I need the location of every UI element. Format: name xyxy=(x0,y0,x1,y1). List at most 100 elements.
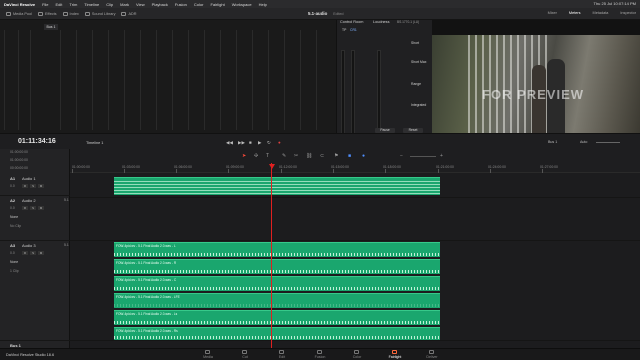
timeline-selector[interactable]: Timeline 1 xyxy=(86,141,103,145)
link-icon[interactable]: ⛓ xyxy=(306,153,312,159)
effects-button[interactable]: Effects xyxy=(38,11,57,16)
record-icon[interactable]: ● xyxy=(278,140,281,145)
track-volume[interactable]: 0.0 xyxy=(10,206,15,210)
adr-button[interactable]: ADR xyxy=(121,11,137,16)
solo-button[interactable]: S xyxy=(30,251,36,255)
zoom-out-icon[interactable]: − xyxy=(400,153,403,159)
metadata-button[interactable]: Metadata xyxy=(593,11,609,15)
menu-file[interactable]: File xyxy=(42,2,48,7)
menu-fusion[interactable]: Fusion xyxy=(175,2,187,7)
a3-clip-ls[interactable]: FOW-4pid.wv - 5.1 Final Audio 2.0.wav - … xyxy=(114,310,440,325)
preview-watermark: FOR PREVIEW xyxy=(482,87,585,102)
loudness-title: Loudness xyxy=(373,20,390,24)
volume-slider[interactable] xyxy=(596,142,620,143)
menu-fairlight[interactable]: Fairlight xyxy=(210,2,224,7)
solo-button[interactable]: S xyxy=(30,184,36,188)
media-pool-button[interactable]: Media Pool xyxy=(6,11,32,16)
control-room-bus[interactable]: CR1 xyxy=(350,28,357,32)
page-fairlight[interactable]: Fairlight xyxy=(380,350,410,359)
play-icon[interactable]: ▶ xyxy=(258,140,261,146)
track-header-a1[interactable]: A1 Audio 1 0.0 RSM xyxy=(0,174,70,196)
a3-clip-l[interactable]: FOW-4pid.wv - 5.1 Final Audio 2.0.wav - … xyxy=(114,242,440,257)
menu-mark[interactable]: Mark xyxy=(120,2,129,7)
a3-clip-c[interactable]: FOW-4pid.wv - 5.1 Final Audio 2.0.wav - … xyxy=(114,276,440,291)
meters-button[interactable]: Meters xyxy=(569,11,581,15)
snap-icon[interactable]: ⊂ xyxy=(320,153,324,159)
meter-channel xyxy=(140,30,147,130)
playhead[interactable] xyxy=(271,163,272,349)
mute-button[interactable]: M xyxy=(38,184,44,188)
track-header-bus1[interactable]: Bus 1 xyxy=(0,341,70,348)
page-edit[interactable]: Edit xyxy=(267,350,297,359)
menu-color[interactable]: Color xyxy=(194,2,204,7)
track-header-a2[interactable]: A2 Audio 2 5.1 0.0 RSM None No Clip xyxy=(0,196,70,241)
timeline-ruler[interactable]: 01:00:00:00 01:03:00:00 01:06:00:00 01:0… xyxy=(70,163,640,173)
track-volume[interactable]: 0.0 xyxy=(10,251,15,255)
menu-clip[interactable]: Clip xyxy=(106,2,113,7)
track-effects[interactable]: None xyxy=(10,260,18,264)
mute-button[interactable]: M xyxy=(38,206,44,210)
loop-icon[interactable]: ↻ xyxy=(267,140,271,146)
menu-edit[interactable]: Edit xyxy=(56,2,63,7)
marker-icon[interactable]: ⚑ xyxy=(334,153,338,159)
record-arm-button[interactable]: R xyxy=(22,184,28,188)
selection-tool-icon[interactable]: ➤ xyxy=(242,153,246,159)
a3-clip-lfe[interactable]: FOW-4pid.wv - 5.1 Final Audio 2.0.wav - … xyxy=(114,293,440,308)
solo-button[interactable]: S xyxy=(30,206,36,210)
meter-channel xyxy=(300,30,307,130)
track-header-a3[interactable]: A3 Audio 3 5.1 0.0 RSM None 1 Clip xyxy=(0,241,70,341)
menu-view[interactable]: View xyxy=(136,2,145,7)
a3-clip-rs[interactable]: FOW-4pid.wv - 5.1 Final Audio 2.0.wav - … xyxy=(114,327,440,340)
menu-trim[interactable]: Trim xyxy=(69,2,77,7)
track-name[interactable]: Audio 1 xyxy=(22,176,36,181)
menu-playback[interactable]: Playback xyxy=(152,2,168,7)
rewind-icon[interactable]: ◀◀ xyxy=(226,140,233,146)
fast-forward-icon[interactable]: ▶▶ xyxy=(238,140,245,146)
track-name[interactable]: Audio 3 xyxy=(22,243,36,248)
playhead-handle[interactable] xyxy=(269,164,275,169)
zoom-in-icon[interactable]: + xyxy=(440,153,443,159)
sound-library-button[interactable]: Sound Library xyxy=(84,11,115,16)
page-cut[interactable]: Cut xyxy=(230,350,260,359)
flag-icon[interactable]: ■ xyxy=(348,153,351,159)
bus-1-meter-label[interactable]: Bus 1 xyxy=(44,24,58,30)
meter-channel xyxy=(188,30,195,130)
inspector-button[interactable]: Inspector xyxy=(620,11,636,15)
mixer-button[interactable]: Mixer xyxy=(548,11,557,15)
bus-output-select[interactable]: Bus 1 xyxy=(548,140,557,144)
marker-color-icon[interactable]: ● xyxy=(362,153,365,159)
track-volume[interactable]: 0.0 xyxy=(10,184,15,188)
a1-clip[interactable] xyxy=(114,177,440,195)
control-room-meter xyxy=(351,50,355,136)
timeline-tracks[interactable]: FOW-4pid.wv - 5.1 Final Audio 2.0.wav - … xyxy=(70,163,640,349)
record-arm-button[interactable]: R xyxy=(22,251,28,255)
index-button[interactable]: Index xyxy=(62,11,79,16)
loudness-standard[interactable]: BS.1770-1 (LU) xyxy=(397,20,419,24)
meter-channel xyxy=(268,30,275,130)
zoom-slider[interactable] xyxy=(410,156,436,157)
edit-tool-icon[interactable]: T xyxy=(266,153,269,159)
pencil-tool-icon[interactable]: ✎ xyxy=(282,153,286,159)
track-name[interactable]: Audio 2 xyxy=(22,198,36,203)
waveform xyxy=(114,321,440,324)
meter-channel xyxy=(284,30,291,130)
menu-workspace[interactable]: Workspace xyxy=(232,2,252,7)
stop-icon[interactable]: ■ xyxy=(249,140,252,145)
a3-clip-r[interactable]: FOW-4pid.wv - 5.1 Final Audio 2.0.wav - … xyxy=(114,259,440,274)
menu-timeline[interactable]: Timeline xyxy=(84,2,99,7)
channel-line xyxy=(114,193,440,194)
blade-tool-icon[interactable]: ✂ xyxy=(294,153,298,159)
app-menu[interactable]: DaVinci Resolve xyxy=(4,2,35,7)
meter-channel xyxy=(18,30,25,130)
range-tool-icon[interactable]: ✣ xyxy=(254,153,258,159)
page-color[interactable]: Color xyxy=(342,350,372,359)
page-deliver[interactable]: Deliver xyxy=(417,350,447,359)
waveform xyxy=(114,253,440,256)
track-effects[interactable]: None xyxy=(10,215,18,219)
page-fusion[interactable]: Fusion xyxy=(305,350,335,359)
record-arm-button[interactable]: R xyxy=(22,206,28,210)
page-media[interactable]: Media xyxy=(193,350,223,359)
mute-button[interactable]: M xyxy=(38,251,44,255)
menu-help[interactable]: Help xyxy=(259,2,267,7)
automation-select[interactable]: Auto xyxy=(580,140,587,144)
